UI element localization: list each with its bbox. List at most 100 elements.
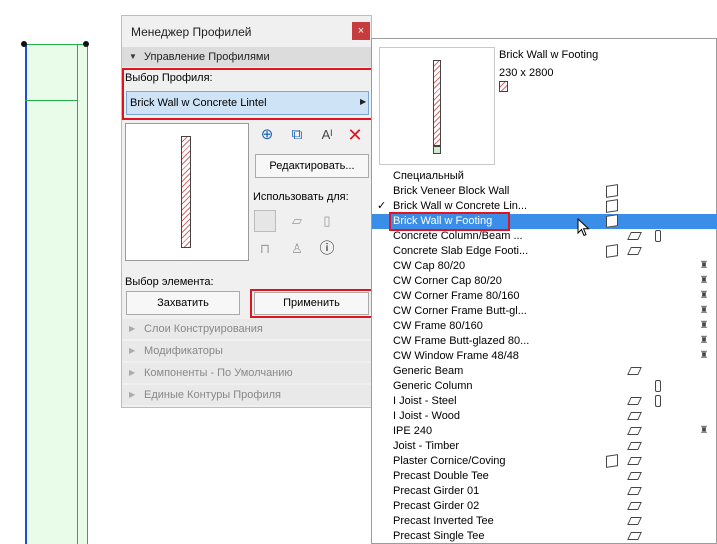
wall-inner-line [77,44,78,544]
list-item-label: Joist - Timber [393,440,460,452]
railing-use-icon[interactable]: ⊓ [254,238,276,260]
beam-type-icon [627,232,642,240]
list-item[interactable]: Специальный [372,169,717,184]
list-item[interactable]: IPE 240 ♜ [372,424,717,439]
profile-section-shape [181,136,191,248]
list-item-label: I Joist - Wood [393,410,461,422]
list-item[interactable]: I Joist - Steel [372,394,717,409]
list-item[interactable]: CW Corner Frame Butt-gl... ♜ [372,304,717,319]
list-item[interactable]: Joist - Timber [372,439,717,454]
capture-button[interactable]: Захватить [126,291,240,315]
list-item-label: CW Cap 80/20 [393,260,466,272]
beam-type-icon [627,367,642,375]
section-label: Компоненты - По Умолчанию [144,367,293,379]
list-item[interactable]: CW Frame 80/160 ♜ [372,319,717,334]
list-item-label: Plaster Cornice/Coving [393,455,506,467]
section-modifiers[interactable]: ▶ Модификаторы [122,341,371,361]
list-item[interactable]: Concrete Column/Beam ... [372,229,717,244]
collapsed-triangle-icon: ▶ [129,390,136,399]
section-profile-contours[interactable]: ▶ Единые Контуры Профиля [122,385,371,405]
list-item[interactable]: CW Corner Frame 80/160 ♜ [372,289,717,304]
list-item-selected[interactable]: Brick Wall w Footing [372,212,717,231]
list-item[interactable]: Generic Beam [372,364,717,379]
list-item[interactable]: CW Window Frame 48/48 ♜ [372,349,717,364]
column-use-icon[interactable]: ▯ [316,210,338,232]
cw-type-icon: ♜ [699,305,709,316]
list-item[interactable]: CW Cap 80/20 ♜ [372,259,717,274]
list-item-label: CW Window Frame 48/48 [393,350,519,362]
popup-profile-name: Brick Wall w Footing [499,49,599,61]
delete-profile-icon[interactable]: ✕ [344,124,366,146]
list-item[interactable]: Precast Girder 01 [372,484,717,499]
section-manage-profiles[interactable]: ▼ Управление Профилями [122,47,371,67]
section-components[interactable]: ▶ Компоненты - По Умолчанию [122,363,371,383]
wall-type-icon [606,244,618,258]
beam-type-icon [627,457,642,465]
section-construction-layers[interactable]: ▶ Слои Конструирования [122,319,371,339]
list-item[interactable]: Brick Veneer Block Wall [372,184,717,199]
rename-profile-icon[interactable]: Aᴵ [316,124,338,146]
cw-type-icon: ♜ [699,350,709,361]
info-icon[interactable]: ⓘ [316,238,338,260]
list-item[interactable]: CW Frame Butt-glazed 80... ♜ [372,334,717,349]
beam-type-icon [627,517,642,525]
list-item[interactable]: I Joist - Wood [372,409,717,424]
list-item-label: CW Corner Frame Butt-gl... [393,305,527,317]
list-item[interactable]: Concrete Slab Edge Footi... [372,244,717,259]
edit-button[interactable]: Редактировать... [255,154,369,178]
profile-manager-palette: Менеджер Профилей × ▼ Управление Профиля… [121,15,373,408]
collapsed-triangle-icon: ▶ [129,324,136,333]
list-item-label: Concrete Slab Edge Footi... [393,245,529,257]
popup-profile-size: 230 x 2800 [499,67,554,79]
cw-type-icon: ♜ [699,425,709,436]
chevron-right-icon: ▶ [360,97,367,106]
list-item-label: Precast Girder 02 [393,500,480,512]
wall-outer-line [87,44,88,544]
profile-dropdown[interactable]: Brick Wall w Concrete Lintel ▶ [126,91,369,115]
cw-type-icon: ♜ [699,260,709,271]
list-item-label: CW Frame Butt-glazed 80... [393,335,530,347]
list-item-label: CW Frame 80/160 [393,320,483,332]
list-item[interactable]: Plaster Cornice/Coving [372,454,717,469]
palette-titlebar[interactable]: Менеджер Профилей × [122,16,371,46]
duplicate-profile-icon[interactable]: ⧉ [286,124,308,146]
wall-node-right[interactable] [83,41,89,47]
wall-use-icon[interactable] [254,210,276,232]
profile-type-icon [499,81,508,92]
list-item-label: Precast Double Tee [393,470,489,482]
close-icon[interactable]: × [352,22,370,40]
list-item[interactable]: Precast Single Tee [372,529,717,544]
list-item-label: CW Corner Frame 80/160 [393,290,520,302]
element-select-label: Выбор элемента: [125,276,214,288]
col-type-icon [655,380,661,392]
select-profile-label: Выбор Профиля: [125,72,213,84]
beam-type-icon [627,427,642,435]
wall-type-icon [606,184,618,198]
section-label: Модификаторы [144,345,223,357]
profile-popup-list: Brick Wall w Footing 230 x 2800 Специаль… [371,38,717,544]
col-type-icon [655,230,661,242]
list-item-label: Precast Girder 01 [393,485,480,497]
mouse-cursor-icon [577,218,590,237]
beam-use-icon[interactable]: ▱ [286,210,308,232]
list-item[interactable]: CW Corner Cap 80/20 ♜ [372,274,717,289]
add-profile-icon[interactable]: ⊕ [256,124,278,146]
list-item-label: IPE 240 [393,425,433,437]
cw-type-icon: ♜ [699,335,709,346]
beam-type-icon [627,247,642,255]
list-item[interactable]: Precast Girder 02 [372,499,717,514]
cw-type-icon: ♜ [699,275,709,286]
list-item-label: Generic Beam [393,365,464,377]
wall-top-line [25,44,87,45]
list-item[interactable]: Generic Column [372,379,717,394]
list-item[interactable]: Precast Double Tee [372,469,717,484]
beam-type-icon [627,442,642,450]
chair-use-icon[interactable]: ♙ [286,238,308,260]
apply-button[interactable]: Применить [254,292,369,315]
list-item-label: Специальный [393,170,464,182]
beam-type-icon [627,532,642,540]
beam-type-icon [627,412,642,420]
beam-type-icon [627,487,642,495]
wall-node-left[interactable] [21,41,27,47]
list-item[interactable]: Precast Inverted Tee [372,514,717,529]
